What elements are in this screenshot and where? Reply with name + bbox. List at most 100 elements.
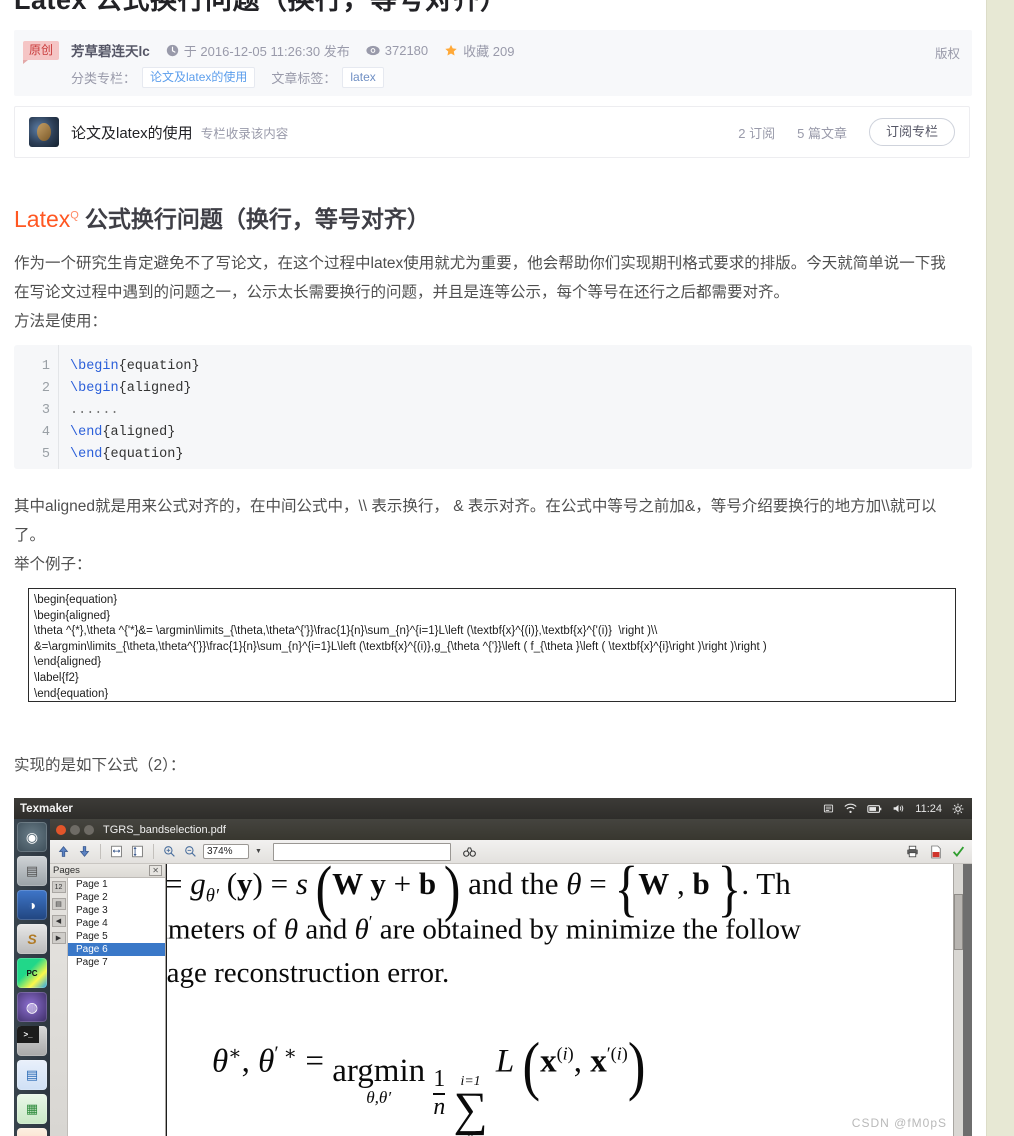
code-line: \begin{aligned} [70, 378, 200, 400]
desktop-top-panel: Texmaker 11:24 [14, 798, 972, 819]
panel-indicators: 11:24 [823, 803, 964, 815]
print-icon[interactable] [904, 843, 921, 860]
pdf-text-line-1: = gθ′ (y) = s (W y + b ) and the θ = {W … [166, 864, 791, 923]
code-arg: ...... [70, 403, 119, 418]
zoom-level-input[interactable]: 374% [203, 844, 249, 859]
pdf-line2-tail: are obtained by minimize the follow [379, 913, 801, 946]
fit-width-icon[interactable] [108, 843, 125, 860]
code-arg: {equation} [102, 447, 184, 462]
libreoffice-writer-icon[interactable]: ▤ [17, 1060, 47, 1090]
tag-chip[interactable]: latex [342, 66, 384, 88]
ubuntu-dash-icon[interactable]: ◉ [17, 822, 47, 852]
paragraph-result: 实现的是如下公式（2）： [14, 751, 976, 780]
list-item[interactable]: Page 5 [68, 930, 165, 943]
list-item-selected[interactable]: Page 6 [68, 943, 165, 956]
latex-source-line: \end{equation} [34, 687, 109, 700]
zoom-in-icon[interactable] [161, 843, 178, 860]
heading-rest: 公式换行问题（换行，等号对齐） [84, 206, 430, 232]
view-count: 372180 [366, 43, 428, 58]
copyright-link[interactable]: 版权 [935, 43, 960, 62]
pages-list[interactable]: Page 1 Page 2 Page 3 Page 4 Page 5 Page … [68, 878, 165, 1136]
column-subtitle: 专栏收录该内容 [200, 126, 289, 141]
planet-icon[interactable]: ◍ [17, 992, 47, 1022]
search-input[interactable] [273, 842, 451, 861]
close-icon[interactable]: ✕ [149, 865, 162, 876]
list-item[interactable]: Page 3 [68, 904, 165, 917]
list-item[interactable]: Page 7 [68, 956, 165, 969]
files-icon[interactable]: ▤ [17, 856, 47, 886]
volume-icon[interactable] [892, 803, 905, 814]
libreoffice-calc-icon[interactable]: ▦ [17, 1094, 47, 1124]
code-line: \end{equation} [70, 444, 200, 466]
page-root: Latex 公式换行问题（换行，等号对齐） 原创 芳草碧连天lc 于 2016-… [0, 0, 1014, 1136]
status-badge: 原创 [23, 40, 60, 64]
chevron-down-icon[interactable]: ▼ [253, 844, 264, 859]
page-title: Latex 公式换行问题（换行，等号对齐） [14, 0, 508, 15]
maximize-button[interactable] [84, 824, 94, 835]
list-item[interactable]: Page 4 [68, 917, 165, 930]
pycharm-icon[interactable]: PC [17, 958, 47, 988]
zoom-out-icon[interactable] [182, 843, 199, 860]
line-number: 3 [41, 403, 50, 418]
list-item[interactable]: Page 2 [68, 891, 165, 904]
code-block[interactable]: 1 2 3 4 5 \begin{equation} \begin{aligne… [14, 345, 972, 469]
scrollbar-thumb[interactable] [954, 894, 963, 950]
minimize-button[interactable] [70, 824, 80, 835]
keyboard-icon[interactable] [823, 803, 834, 814]
scroll-up-icon[interactable] [55, 843, 72, 860]
toolbar-separator [100, 844, 101, 859]
heading-latex-word: Latex [14, 206, 71, 232]
fit-page-icon[interactable] [129, 843, 146, 860]
paragraph-explain-line1: 其中aligned就是用来公式对齐的，在中间公式中，\\ 表示换行， & 表示对… [14, 498, 937, 515]
meta-row-primary: 原创 芳草碧连天lc 于 2016-12-05 11:26:30 发布 3721… [23, 39, 514, 64]
page-count-icon[interactable]: 12 [51, 881, 66, 893]
libreoffice-impress-icon[interactable]: ▥ [17, 1128, 47, 1136]
battery-icon[interactable] [867, 804, 882, 814]
paragraph-intro-line1: 作为一个研究生肯定避免不了写论文，在这个过程中latex使用就尤为重要，他会帮助… [14, 255, 946, 272]
pdf-vertical-scrollbar[interactable] [953, 864, 963, 1136]
article-meta-bar: 原创 芳草碧连天lc 于 2016-12-05 11:26:30 发布 3721… [14, 30, 972, 96]
pages-panel-body: 12 ▤ ◀ ▶ Page 1 Page 2 Page 3 Page 4 Pag… [50, 878, 165, 1136]
thumbnail-icon[interactable]: ▤ [51, 898, 66, 910]
latex-source-line: \theta ^{*},\theta ^{'*}&= \argmin\limit… [34, 625, 658, 638]
author-name[interactable]: 芳草碧连天lc [71, 40, 150, 60]
desktop-app-name[interactable]: Texmaker [20, 803, 73, 815]
subscribe-button[interactable]: 订阅专栏 [868, 118, 955, 146]
pdf-line2-head: ameters of [166, 913, 277, 946]
check-icon[interactable] [950, 843, 967, 860]
sublime-text-icon[interactable]: S [17, 924, 47, 954]
line-number: 4 [41, 425, 50, 440]
next-icon[interactable]: ▶ [51, 932, 66, 944]
pdf-line1-tail: and the [468, 866, 559, 902]
category-chip[interactable]: 论文及latex的使用 [142, 66, 256, 88]
browser-icon[interactable]: ◑ [17, 890, 47, 920]
latex-source-line: \begin{aligned} [34, 609, 111, 622]
latex-source-box[interactable]: \begin{equation} \begin{aligned} \theta … [28, 588, 956, 702]
panel-clock[interactable]: 11:24 [915, 803, 942, 815]
pdf-page-content[interactable]: = gθ′ (y) = s (W y + b ) and the θ = {W … [166, 864, 963, 1136]
code-arg: {aligned} [118, 381, 192, 396]
star-icon [444, 44, 458, 57]
paragraph-intro-line3: 方法是使用： [14, 313, 108, 330]
column-title[interactable]: 论文及latex的使用 [71, 122, 193, 143]
paragraph-explain-line2: 了。 [14, 527, 46, 544]
window-title: TGRS_bandselection.pdf [103, 823, 226, 836]
wifi-icon[interactable] [844, 803, 857, 814]
scroll-down-icon[interactable] [76, 843, 93, 860]
gear-icon[interactable] [952, 803, 964, 815]
code-keyword: \begin [70, 381, 119, 396]
list-item[interactable]: Page 1 [68, 878, 165, 891]
pdf-icon[interactable] [927, 843, 944, 860]
pages-panel: Pages ✕ 12 ▤ ◀ ▶ Page 1 Page 2 Page 3 Pa… [50, 864, 166, 1136]
close-button[interactable] [56, 824, 66, 835]
unity-launcher: ◉ ▤ ◑ S PC ◍ >_ ▤ ▦ [14, 819, 50, 1136]
code-line: \end{aligned} [70, 422, 200, 444]
binoculars-icon[interactable] [461, 843, 478, 860]
terminal-icon[interactable]: >_ [17, 1026, 47, 1056]
prev-icon[interactable]: ◀ [51, 915, 66, 927]
column-card: 论文及latex的使用 专栏收录该内容 2 订阅 5 篇文章 订阅专栏 [14, 106, 970, 158]
texmaker-screenshot: Texmaker 11:24 ◉ ▤ ◑ S PC ◍ >_ ▤ ▦ TGRS_… [14, 798, 972, 1136]
column-subscribers: 2 订阅 [738, 125, 776, 141]
watermark: CSDN @fM0pS [851, 1116, 947, 1130]
favorite-count[interactable]: 收藏 209 [444, 41, 514, 60]
